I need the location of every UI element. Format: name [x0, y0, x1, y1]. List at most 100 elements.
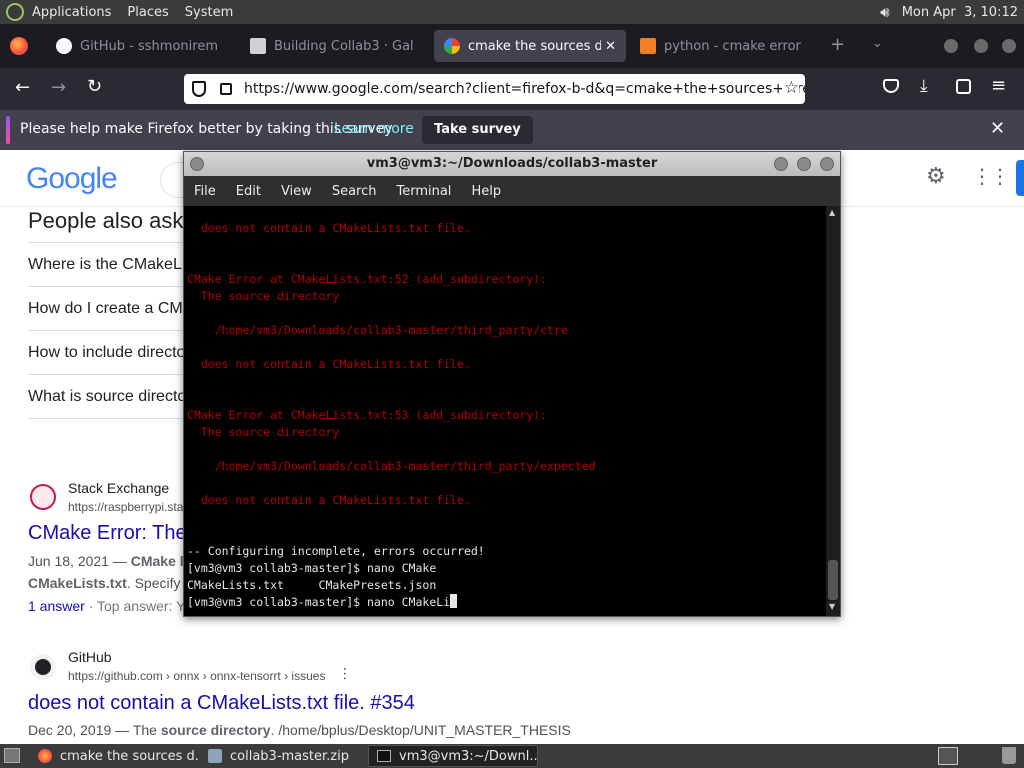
tab-python-cmake[interactable]: python - cmake error	[630, 30, 820, 62]
task-terminal[interactable]: vm3@vm3:~/Downl...	[368, 745, 538, 767]
divider	[28, 286, 188, 287]
google-logo[interactable]: Google	[26, 162, 118, 196]
terminal-line: CMake Error at CMakeLists.txt:52 (add_su…	[187, 272, 548, 286]
clock[interactable]: Mon Apr 3, 10:12	[902, 5, 1018, 20]
document-icon	[250, 38, 266, 54]
result-title-link[interactable]: CMake Error: The	[28, 522, 187, 545]
result-site-name[interactable]: Stack Exchange	[68, 480, 169, 496]
paa-question[interactable]: How do I create a CM	[28, 300, 183, 318]
minimize-window-button[interactable]	[944, 39, 958, 53]
workspace-switcher[interactable]	[938, 747, 958, 765]
learn-more-link[interactable]: Learn more	[334, 121, 414, 137]
terminal-line: CMakeLists.txt CMakePresets.json	[187, 578, 437, 592]
extensions-icon[interactable]	[956, 79, 971, 94]
answer-rest: · Top answer: Y	[84, 598, 186, 614]
menu-view[interactable]: View	[271, 184, 322, 199]
app-menu-icon[interactable]: ≡	[991, 75, 1006, 96]
sign-in-button[interactable]	[1016, 160, 1024, 196]
menu-help[interactable]: Help	[461, 184, 511, 199]
stackoverflow-icon	[640, 38, 656, 54]
terminal-prompt-line[interactable]: [vm3@vm3 collab3-master]$ nano CMakeLi	[187, 594, 458, 611]
menu-file[interactable]: File	[184, 184, 226, 199]
result-url[interactable]: https://github.com › onnx › onnx-tensorr…	[68, 669, 325, 683]
pocket-icon[interactable]	[883, 79, 899, 93]
snippet-text: . /home/bplus/Desktop/UNIT_MASTER_THESIS	[270, 722, 571, 738]
back-arrow-icon[interactable]: ←	[15, 77, 30, 98]
firefox-icon	[38, 749, 52, 763]
terminal-titlebar[interactable]: vm3@vm3:~/Downloads/collab3-master	[184, 152, 840, 176]
maximize-window-button[interactable]	[974, 39, 988, 53]
more-options-icon[interactable]: ⋮	[338, 666, 352, 682]
distro-logo-icon[interactable]	[6, 3, 24, 21]
scroll-down-arrow-icon[interactable]: ▼	[829, 602, 835, 611]
terminal-title: vm3@vm3:~/Downloads/collab3-master	[366, 156, 658, 171]
volume-icon[interactable]: 🔊︎	[880, 3, 889, 21]
take-survey-button[interactable]: Take survey	[422, 116, 533, 144]
close-window-button[interactable]	[1002, 39, 1016, 53]
paa-question[interactable]: How to include directo	[28, 344, 185, 362]
tab-building-collab3[interactable]: Building Collab3 · Gal	[240, 30, 430, 62]
close-tab-icon[interactable]: ✕	[605, 39, 616, 54]
maximize-button[interactable]	[797, 157, 811, 171]
new-tab-button[interactable]: +	[830, 34, 845, 55]
github-icon	[30, 654, 56, 680]
terminal-icon	[377, 750, 391, 762]
close-button[interactable]	[820, 157, 834, 171]
scroll-up-arrow-icon[interactable]: ▲	[829, 208, 835, 217]
menu-edit[interactable]: Edit	[226, 184, 271, 199]
tab-label: GitHub - sshmonirem	[80, 38, 218, 54]
google-icon	[444, 38, 460, 54]
system-menu[interactable]: System	[177, 5, 241, 20]
paa-question[interactable]: What is source directo	[28, 388, 186, 406]
divider	[28, 374, 188, 375]
minimize-button[interactable]	[774, 157, 788, 171]
tab-google-search[interactable]: cmake the sources dire ✕	[434, 30, 626, 62]
divider	[28, 242, 188, 243]
bookmark-star-icon[interactable]: ☆	[781, 78, 799, 98]
result-url[interactable]: https://raspberrypi.sta	[68, 500, 183, 514]
terminal-line: does not contain a CMakeLists.txt file.	[187, 221, 471, 235]
url-bar[interactable]: https://www.google.com/search?client=fir…	[184, 74, 805, 104]
window-menu-button[interactable]	[190, 157, 204, 171]
url-text[interactable]: https://www.google.com/search?client=fir…	[244, 81, 805, 97]
top-panel: Applications Places System 🔊︎ Mon Apr 3,…	[0, 0, 1024, 24]
terminal-line: CMake Error at CMakeLists.txt:53 (add_su…	[187, 408, 548, 422]
settings-gear-icon[interactable]: ⚙	[926, 164, 946, 189]
menu-terminal[interactable]: Terminal	[386, 184, 461, 199]
terminal-scrollbar[interactable]: ▲ ▼	[826, 206, 840, 616]
menu-search[interactable]: Search	[322, 184, 387, 199]
applications-menu[interactable]: Applications	[24, 5, 119, 20]
github-icon	[56, 38, 72, 54]
answer-link[interactable]: 1 answer	[28, 598, 85, 614]
infobar-accent	[6, 116, 10, 144]
tab-github[interactable]: GitHub - sshmonirem	[46, 30, 231, 62]
terminal-line: -- Configuring incomplete, errors occurr…	[187, 544, 485, 558]
result-snippet: CMakeLists.txt. Specify	[28, 575, 181, 591]
trash-icon[interactable]	[1002, 747, 1016, 764]
places-menu[interactable]: Places	[119, 5, 176, 20]
terminal-window[interactable]: vm3@vm3:~/Downloads/collab3-master File …	[183, 151, 841, 617]
paa-question[interactable]: Where is the CMakeL	[28, 256, 182, 274]
terminal-line: [vm3@vm3 collab3-master]$ nano CMake	[187, 561, 437, 575]
snippet-text: . Specify	[126, 575, 181, 591]
terminal-line: /home/vm3/Downloads/collab3-master/third…	[187, 323, 568, 337]
task-firefox[interactable]: cmake the sources d...	[30, 745, 200, 767]
result-title-link[interactable]: does not contain a CMakeLists.txt file. …	[28, 692, 415, 715]
reload-icon[interactable]: ↻	[87, 76, 102, 97]
terminal-line: /home/vm3/Downloads/collab3-master/third…	[187, 459, 596, 473]
scrollbar-thumb[interactable]	[828, 560, 838, 600]
terminal-line: The source directory	[187, 289, 340, 303]
divider	[28, 418, 188, 419]
list-tabs-icon[interactable]: ⌄	[872, 36, 883, 51]
terminal-line: The source directory	[187, 425, 340, 439]
firefox-view-icon[interactable]	[10, 37, 28, 55]
tracking-shield-icon[interactable]	[192, 81, 206, 97]
downloads-icon[interactable]: ⤓	[920, 76, 928, 96]
task-archive[interactable]: collab3-master.zip	[200, 745, 365, 767]
terminal-output[interactable]: does not contain a CMakeLists.txt file. …	[184, 206, 826, 616]
close-infobar-icon[interactable]: ✕	[990, 118, 1005, 139]
lock-icon[interactable]	[220, 83, 232, 95]
forward-arrow-icon[interactable]: →	[51, 77, 66, 98]
show-desktop-icon[interactable]	[4, 748, 20, 763]
result-site-name[interactable]: GitHub	[68, 649, 112, 665]
